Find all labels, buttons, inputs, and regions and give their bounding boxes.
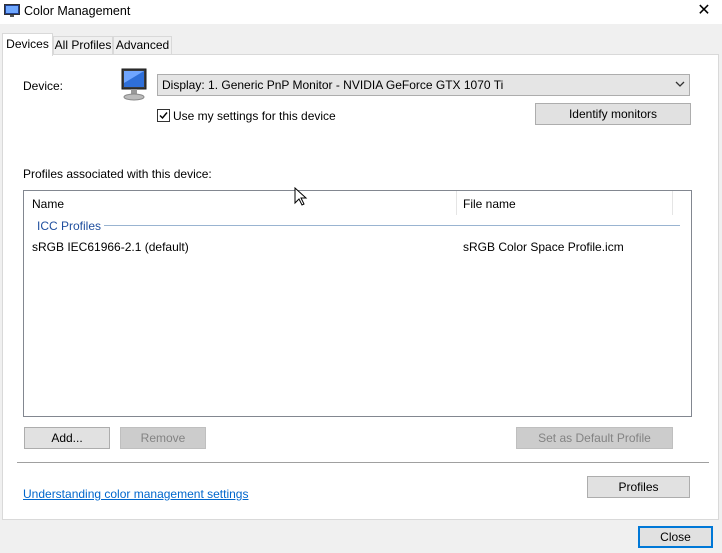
monitor-icon xyxy=(121,68,147,101)
profile-name: sRGB IEC61966-2.1 (default) xyxy=(32,240,189,254)
column-header-file-name[interactable]: File name xyxy=(463,197,516,211)
checkmark-icon xyxy=(159,112,168,120)
device-select[interactable]: Display: 1. Generic PnP Monitor - NVIDIA… xyxy=(157,74,690,96)
group-divider xyxy=(104,225,680,226)
device-select-value: Display: 1. Generic PnP Monitor - NVIDIA… xyxy=(162,78,504,92)
profiles-button[interactable]: Profiles xyxy=(587,476,690,498)
profiles-section-label: Profiles associated with this device: xyxy=(23,167,212,181)
profile-file: sRGB Color Space Profile.icm xyxy=(463,240,624,254)
understanding-color-management-link[interactable]: Understanding color management settings xyxy=(23,487,248,501)
tab-devices[interactable]: Devices xyxy=(2,33,53,56)
chevron-down-icon xyxy=(675,81,685,87)
use-my-settings-label[interactable]: Use my settings for this device xyxy=(173,109,336,123)
group-header-icc-profiles: ICC Profiles xyxy=(37,219,102,233)
tab-advanced[interactable]: Advanced xyxy=(113,36,172,55)
column-header-name[interactable]: Name xyxy=(32,197,64,211)
mouse-cursor-icon xyxy=(294,187,308,206)
window-title: Color Management xyxy=(24,4,131,18)
column-separator[interactable] xyxy=(672,191,673,215)
close-button[interactable]: Close xyxy=(638,526,713,548)
use-my-settings-checkbox[interactable] xyxy=(157,109,170,122)
table-row[interactable]: sRGB IEC61966-2.1 (default) sRGB Color S… xyxy=(24,235,691,255)
add-button[interactable]: Add... xyxy=(24,427,110,449)
set-default-profile-button[interactable]: Set as Default Profile xyxy=(516,427,673,449)
device-label: Device: xyxy=(23,79,64,93)
remove-button[interactable]: Remove xyxy=(120,427,206,449)
close-icon[interactable]: ✕ xyxy=(694,2,714,22)
column-separator[interactable] xyxy=(456,191,457,215)
tab-all-profiles[interactable]: All Profiles xyxy=(53,36,113,55)
identify-monitors-button[interactable]: Identify monitors xyxy=(535,103,691,125)
title-bar: Color Management ✕ xyxy=(0,0,722,24)
color-management-icon xyxy=(4,4,20,17)
profiles-list[interactable]: Name File name ICC Profiles sRGB IEC6196… xyxy=(23,190,692,417)
divider xyxy=(17,462,709,463)
